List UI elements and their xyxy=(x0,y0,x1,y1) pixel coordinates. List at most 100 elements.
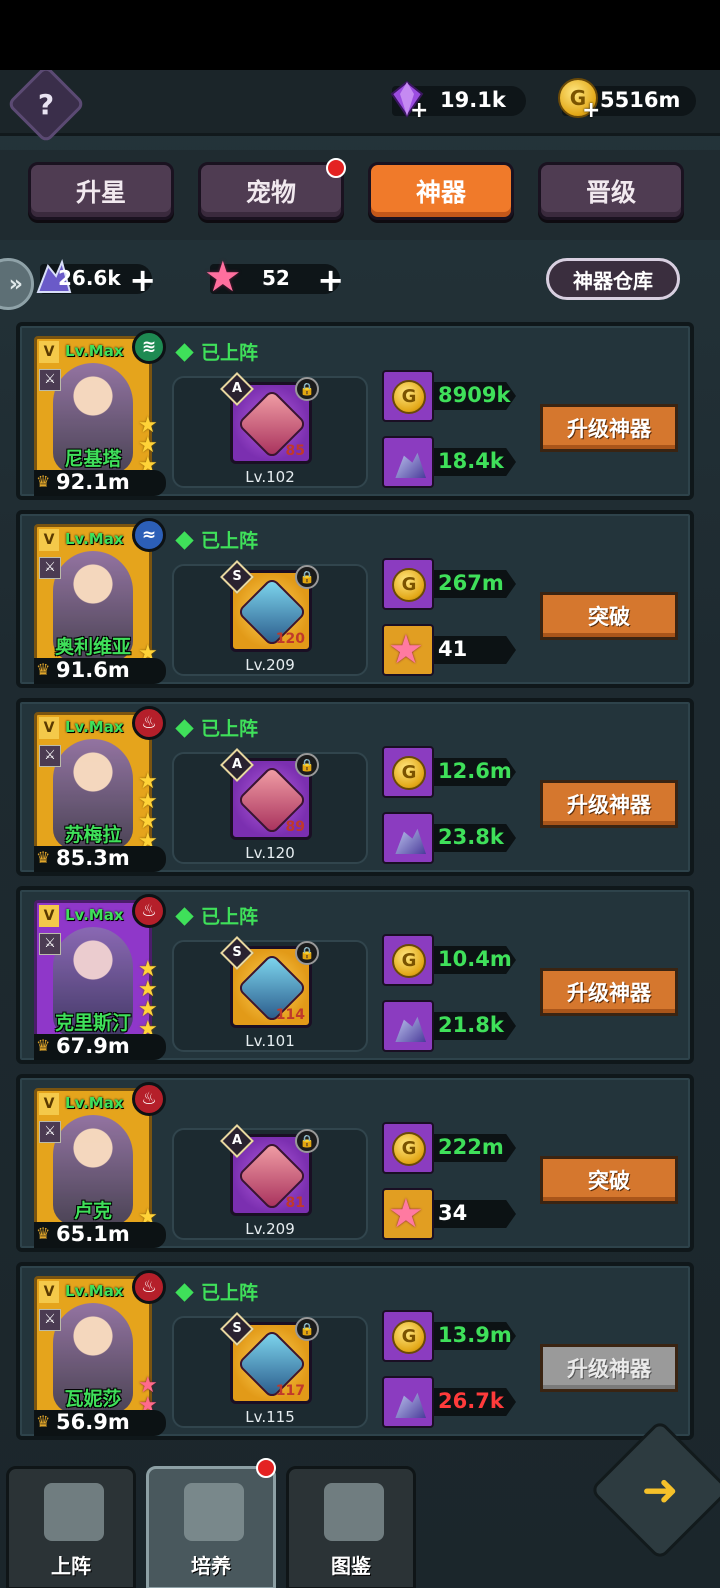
breakthrough-button[interactable]: 突破 xyxy=(540,1156,678,1204)
hero-card: V Lv.Max ⚔ ♨ ★ 卢克 ♛ 65.1m A 🔒 81 Lv.209 xyxy=(16,1074,694,1252)
artifact-icon[interactable]: S 🔒 114 xyxy=(220,936,319,1028)
cost-ore: 21.8k xyxy=(382,1000,518,1052)
tab-star-up[interactable]: 升星 xyxy=(28,162,174,220)
artifact-grade: S xyxy=(232,1321,242,1336)
lock-icon[interactable]: 🔒 xyxy=(295,1129,319,1153)
cost-gold: G 10.4m xyxy=(382,934,518,986)
gold-coin-icon: G xyxy=(392,568,426,602)
hero-name: 奥利维亚 xyxy=(54,636,131,658)
nav-codex[interactable]: 图鉴 xyxy=(286,1466,416,1588)
lock-icon[interactable]: 🔒 xyxy=(295,941,319,965)
upgrade-artifact-button[interactable]: 升级神器 xyxy=(540,1344,678,1392)
artifact-slot[interactable]: S 🔒 114 Lv.101 xyxy=(172,936,368,1052)
tab-pet[interactable]: 宠物 xyxy=(198,162,344,220)
artifact-grade: A xyxy=(231,1133,243,1148)
artifact-slot[interactable]: A 🔒 85 Lv.102 xyxy=(172,372,368,488)
artifact-slot[interactable]: S 🔒 120 Lv.209 xyxy=(172,560,368,676)
artifact-icon[interactable]: S 🔒 117 xyxy=(220,1312,319,1404)
add-star-button[interactable]: + xyxy=(317,261,344,299)
artifact-icon[interactable]: S 🔒 120 xyxy=(220,560,319,652)
plus-icon: + xyxy=(582,98,601,123)
artifact-grade: A xyxy=(231,757,243,772)
artifact-slot[interactable]: A 🔒 81 Lv.209 xyxy=(172,1124,368,1240)
artifact-icon[interactable]: A 🔒 89 xyxy=(220,748,319,840)
green-diamond-icon xyxy=(175,531,194,550)
artifact-slot[interactable]: S 🔒 117 Lv.115 xyxy=(172,1312,368,1428)
hero-card: V Lv.Max ⚔ ♨ ★ ★ ★ ★ 苏梅拉 ♛ 85.3m 已上阵 A 🔒 89… xyxy=(16,698,694,876)
cost-amount-bg: 10.4m xyxy=(434,946,516,974)
nav-train[interactable]: 培养 xyxy=(146,1466,276,1588)
gold-counter[interactable]: G + 5516m xyxy=(558,78,696,122)
gold-coin-icon: G xyxy=(392,756,426,790)
tab-bar: 升星 宠物 神器 晋级 xyxy=(0,150,720,240)
tab-artifact[interactable]: 神器 xyxy=(368,162,514,220)
star-counter[interactable]: ★ 52 + xyxy=(204,252,344,301)
hero-power: 85.3m xyxy=(56,846,130,870)
power-icon: ♛ xyxy=(36,1224,51,1243)
artifact-grade: A xyxy=(231,381,243,396)
power-bar: ♛ 56.9m xyxy=(34,1410,166,1436)
deployed-label: 已上阵 xyxy=(201,1282,259,1304)
tab-promote[interactable]: 晋级 xyxy=(538,162,684,220)
deployed-status: 已上阵 xyxy=(175,1278,259,1305)
hero-power: 92.1m xyxy=(56,470,130,494)
green-diamond-icon xyxy=(175,719,194,738)
lock-icon[interactable]: 🔒 xyxy=(295,1317,319,1341)
vip-badge: V xyxy=(39,1093,59,1115)
gold-coin-icon: G xyxy=(392,944,426,978)
ore-amount: 26.6k xyxy=(58,266,121,290)
next-button[interactable]: ➜ xyxy=(589,1419,720,1561)
artifact-icon[interactable]: A 🔒 81 xyxy=(220,1124,319,1216)
hero-power: 67.9m xyxy=(56,1034,130,1058)
artifact-warehouse-button[interactable]: 神器仓库 xyxy=(546,258,680,300)
upgrade-artifact-button[interactable]: 升级神器 xyxy=(540,780,678,828)
hero-name: 卢克 xyxy=(73,1200,112,1222)
side-expand-button[interactable]: » xyxy=(0,258,34,310)
cost-icon-box: G xyxy=(382,370,434,422)
game-screen: ? + 19.1k G + 5516m 升星 宠物 神器 晋级 » 26.6k xyxy=(0,70,720,1588)
add-ore-button[interactable]: + xyxy=(129,261,156,299)
grade-badge: A xyxy=(220,1124,254,1158)
ore-icon xyxy=(395,828,426,854)
artifact-count: 81 xyxy=(285,1195,305,1211)
power-icon: ♛ xyxy=(36,1036,51,1055)
artifact-icon[interactable]: A 🔒 85 xyxy=(220,372,319,464)
artifact-slot[interactable]: A 🔒 89 Lv.120 xyxy=(172,748,368,864)
hero-name: 克里斯汀 xyxy=(54,1012,131,1034)
class-icon: ⚔ xyxy=(39,1121,61,1143)
hero-name: 苏梅拉 xyxy=(64,824,122,846)
gem-counter[interactable]: + 19.1k xyxy=(390,80,526,122)
class-icon: ⚔ xyxy=(39,557,61,579)
cost-amount: 26.7k xyxy=(438,1389,504,1413)
breakthrough-button[interactable]: 突破 xyxy=(540,592,678,640)
class-icon: ⚔ xyxy=(39,369,61,391)
grade-badge: A xyxy=(220,748,254,782)
cost-icon-box: ★ xyxy=(382,624,434,676)
nav-deploy[interactable]: 上阵 xyxy=(6,1466,136,1588)
hero-name: 尼基塔 xyxy=(64,448,122,470)
lock-icon[interactable]: 🔒 xyxy=(295,565,319,589)
deployed-status: 已上阵 xyxy=(175,526,258,553)
cost-star: ★ 41 xyxy=(382,624,518,676)
ore-counter[interactable]: 26.6k + xyxy=(36,258,156,299)
artifact-level: Lv.102 xyxy=(245,468,295,486)
arrow-right-icon: ➜ xyxy=(641,1464,679,1516)
lock-icon[interactable]: 🔒 xyxy=(295,377,319,401)
lock-icon[interactable]: 🔒 xyxy=(295,753,319,777)
upgrade-artifact-button[interactable]: 升级神器 xyxy=(540,968,678,1016)
resource-row: » 26.6k + ★ 52 + 神器仓库 xyxy=(0,250,720,312)
cost-icon-box: G xyxy=(382,1122,434,1174)
cost-gold: G 8909k xyxy=(382,370,518,422)
cost-amount-bg: 13.9m xyxy=(434,1322,516,1350)
cost-icon-box: G xyxy=(382,558,434,610)
cost-icon-box xyxy=(382,1000,434,1052)
ore-icon xyxy=(395,1016,426,1042)
vip-badge: V xyxy=(39,529,59,551)
grade-badge: A xyxy=(220,372,254,406)
hero-card: V Lv.Max ⚔ ♨ ★ ★ ★ ★ 克里斯汀 ♛ 67.9m 已上阵 S 🔒 1… xyxy=(16,886,694,1064)
upgrade-artifact-button[interactable]: 升级神器 xyxy=(540,404,678,452)
power-icon: ♛ xyxy=(36,1412,51,1431)
cost-icon-box: G xyxy=(382,1310,434,1362)
help-button[interactable]: ? xyxy=(6,70,86,144)
pink-star-icon: ★ xyxy=(388,627,424,673)
